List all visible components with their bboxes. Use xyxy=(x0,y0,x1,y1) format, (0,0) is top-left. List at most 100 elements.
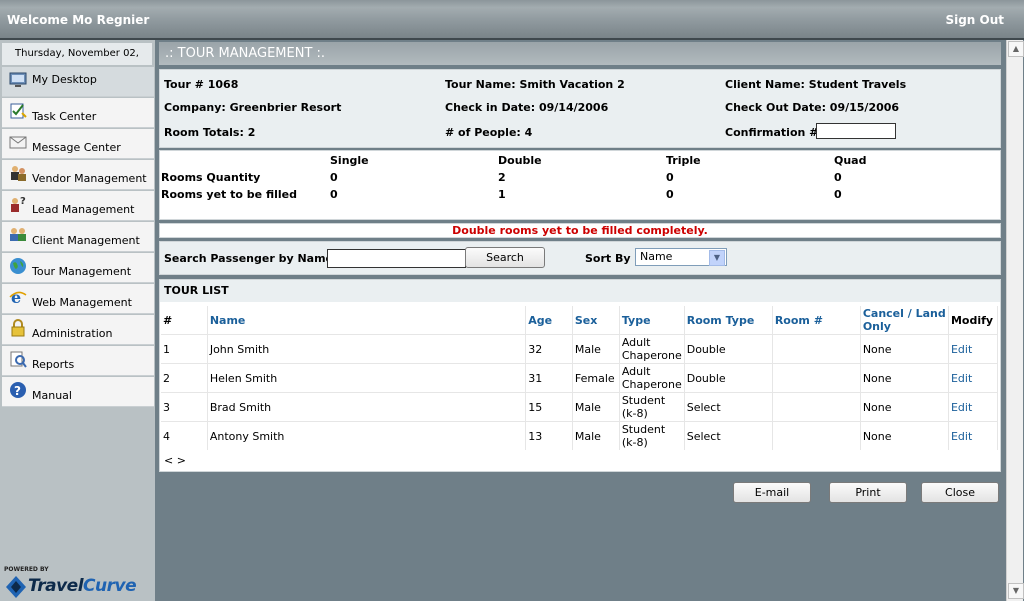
search-button[interactable]: Search xyxy=(465,247,545,268)
column-header-type[interactable]: Type xyxy=(619,306,685,335)
tour-list-title-text: TOUR LIST xyxy=(164,284,229,297)
column-header-cancel-land-only[interactable]: Cancel / Land Only xyxy=(860,306,949,335)
sidebar-item-label: Administration xyxy=(32,327,113,340)
sort-by-select[interactable]: Name ▼ xyxy=(635,248,727,266)
scroll-down-icon[interactable]: ▼ xyxy=(1008,583,1024,599)
welcome-text: Welcome Mo Regnier xyxy=(7,13,150,27)
edit-link[interactable]: Edit xyxy=(948,421,999,450)
cell-room-type: Select xyxy=(684,392,773,422)
table-row: 3 Brad Smith 15 Male Student (k-8) Selec… xyxy=(161,392,999,422)
cell-sex: Female xyxy=(572,363,620,393)
tour-list-title: TOUR LIST xyxy=(160,280,1000,302)
vendor-icon xyxy=(11,166,26,181)
cell-room-type: Double xyxy=(684,363,773,393)
current-date: Thursday, November 02, 2006 xyxy=(2,43,152,81)
reports-icon xyxy=(10,351,27,368)
print-button[interactable]: Print xyxy=(829,482,907,503)
rooms-warning-message: Double rooms yet to be filled completely… xyxy=(159,223,1001,238)
sidebar-item-my-desktop[interactable]: My Desktop xyxy=(2,67,154,97)
close-button[interactable]: Close xyxy=(921,482,999,503)
sort-by-label: Sort By : xyxy=(585,252,639,265)
main-content: .: TOUR MANAGEMENT :. Tour # 1068 Tour N… xyxy=(159,42,1001,562)
rooms-header-quad: Quad xyxy=(834,154,867,167)
sidebar-item-lead-management[interactable]: ? Lead Management xyxy=(2,191,154,221)
logo-text-curve: Curve xyxy=(83,576,137,596)
edit-link[interactable]: Edit xyxy=(948,392,999,422)
svg-text:e: e xyxy=(11,288,21,307)
browser-icon: e xyxy=(9,288,27,307)
sidebar-item-client-management[interactable]: Client Management xyxy=(2,222,154,252)
client-icon xyxy=(10,228,26,241)
sidebar-item-vendor-management[interactable]: Vendor Management xyxy=(2,160,154,190)
sidebar-item-label: Vendor Management xyxy=(32,172,147,185)
passenger-table: # Name Age Sex Type Room Type Room # Can… xyxy=(161,306,999,450)
tour-list-panel: TOUR LIST # Name Age Sex Type Room Type … xyxy=(159,279,1001,472)
column-header-age[interactable]: Age xyxy=(525,306,573,335)
table-header-row: # Name Age Sex Type Room Type Room # Can… xyxy=(161,306,999,335)
tour-info-panel: Tour # 1068 Tour Name: Smith Vacation 2 … xyxy=(159,69,1001,148)
confirmation-label: Confirmation # xyxy=(725,126,819,139)
pagination-arrows[interactable]: < > xyxy=(164,454,186,467)
edit-link[interactable]: Edit xyxy=(948,363,999,393)
cell-name: Helen Smith xyxy=(207,363,527,393)
cell-cancel: None xyxy=(860,421,949,450)
column-header-room-number[interactable]: Room # xyxy=(772,306,861,335)
room-totals: Room Totals: 2 xyxy=(164,126,256,139)
sign-out-link[interactable]: Sign Out xyxy=(945,13,1004,27)
check-in-date: Check in Date: 09/14/2006 xyxy=(445,101,609,114)
page-title: .: TOUR MANAGEMENT :. xyxy=(165,46,326,61)
top-bar: Welcome Mo Regnier Sign Out xyxy=(0,0,1024,40)
cell-cancel: None xyxy=(860,392,949,422)
passenger-search-panel: Search Passenger by Name : Search Sort B… xyxy=(159,241,1001,275)
tour-number: Tour # 1068 xyxy=(164,78,239,91)
sidebar-menu: My Desktop Task Center Message Center Ve… xyxy=(2,67,154,408)
people-count: # of People: 4 xyxy=(445,126,533,139)
globe-icon xyxy=(10,258,26,274)
sidebar-item-label: Client Management xyxy=(32,234,140,247)
cell-age: 32 xyxy=(525,334,573,364)
sidebar-item-administration[interactable]: Administration xyxy=(2,315,154,345)
cell-type: Student (k-8) xyxy=(619,392,685,422)
column-header-sex[interactable]: Sex xyxy=(572,306,620,335)
passenger-search-input[interactable] xyxy=(327,249,466,268)
cell-type: Adult Chaperone xyxy=(619,334,685,364)
message-icon xyxy=(9,136,27,149)
cell-number: 1 xyxy=(161,334,208,364)
edit-link[interactable]: Edit xyxy=(948,334,999,364)
sidebar-item-manual[interactable]: ? Manual xyxy=(2,377,154,407)
chevron-down-icon[interactable]: ▼ xyxy=(709,250,725,266)
cell-age: 31 xyxy=(525,363,573,393)
table-row: 4 Antony Smith 13 Male Student (k-8) Sel… xyxy=(161,421,999,450)
rooms-header-triple: Triple xyxy=(666,154,701,167)
column-header-room-type[interactable]: Room Type xyxy=(684,306,773,335)
lead-icon: ? xyxy=(11,196,26,212)
section-header: .: TOUR MANAGEMENT :. xyxy=(159,42,1001,65)
cell-type: Student (k-8) xyxy=(619,421,685,450)
client-name: Client Name: Student Travels xyxy=(725,78,907,91)
lock-icon xyxy=(11,319,25,337)
tour-name: Tour Name: Smith Vacation 2 xyxy=(445,78,625,91)
email-button[interactable]: E-mail xyxy=(733,482,811,503)
powered-by-text: POWERED BY xyxy=(4,566,49,573)
sidebar-item-reports[interactable]: Reports xyxy=(2,346,154,376)
company-name: Company: Greenbrier Resort xyxy=(164,101,342,114)
sidebar-item-label: Web Management xyxy=(32,296,132,309)
rooms-quantity-quad: 0 xyxy=(834,171,842,184)
sidebar-item-tour-management[interactable]: Tour Management xyxy=(2,253,154,283)
vertical-scrollbar[interactable]: ▲ ▼ xyxy=(1006,40,1024,601)
sidebar-item-label: Manual xyxy=(32,389,72,402)
rooms-unfilled-double: 1 xyxy=(498,188,506,201)
rooms-header-double: Double xyxy=(498,154,542,167)
cell-number: 2 xyxy=(161,363,208,393)
sidebar-item-web-management[interactable]: e Web Management xyxy=(2,284,154,314)
confirmation-input[interactable] xyxy=(816,123,896,139)
rooms-unfilled-triple: 0 xyxy=(666,188,674,201)
sidebar-item-message-center[interactable]: Message Center xyxy=(2,129,154,159)
rooms-summary-panel: Single Double Triple Quad Rooms Quantity… xyxy=(159,150,1001,220)
column-header-name[interactable]: Name xyxy=(207,306,527,335)
svg-text:?: ? xyxy=(20,196,26,207)
cell-name: Antony Smith xyxy=(207,421,527,450)
rooms-quantity-triple: 0 xyxy=(666,171,674,184)
scroll-up-icon[interactable]: ▲ xyxy=(1008,41,1024,57)
sidebar-item-task-center[interactable]: Task Center xyxy=(2,98,154,128)
